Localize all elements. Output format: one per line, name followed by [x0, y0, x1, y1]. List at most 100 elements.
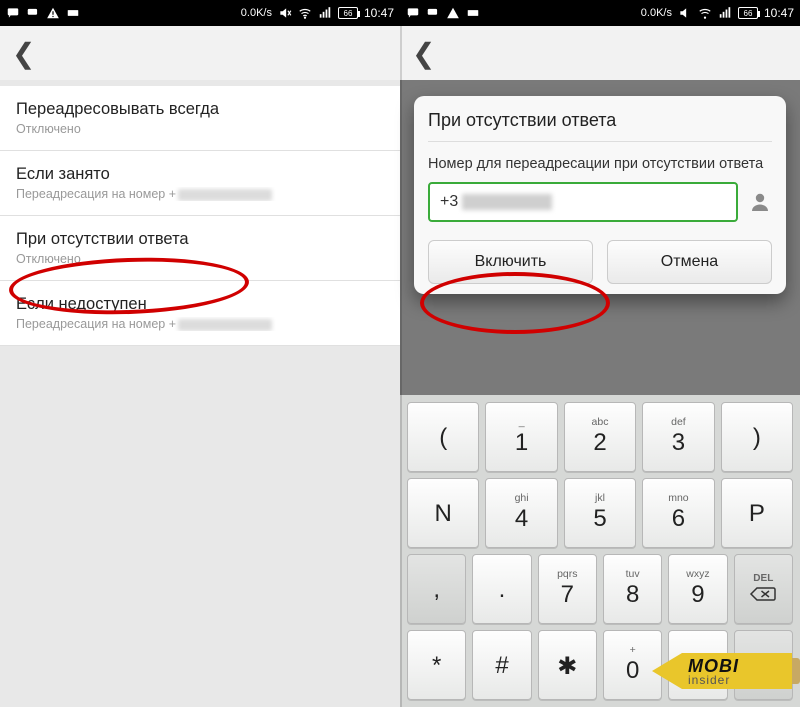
cancel-button[interactable]: Отмена — [607, 240, 772, 284]
key-6[interactable]: mno6 — [642, 478, 714, 548]
comment-icon — [6, 6, 20, 20]
clock: 10:47 — [764, 6, 794, 20]
key-main: 8 — [626, 581, 639, 609]
status-bar: 0.0K/s 66 10:47 — [0, 0, 400, 26]
dialog-field-label: Номер для переадресации при отсутствии о… — [428, 156, 772, 172]
key-2[interactable]: abc2 — [564, 402, 636, 472]
key-main: 0 — [626, 657, 639, 685]
screen-call-forwarding-list: 0.0K/s 66 10:47 ❮ Переадресовывать всегд… — [0, 0, 400, 707]
option-subtitle: Переадресация на номер + — [16, 187, 384, 201]
key-N[interactable]: N — [407, 478, 479, 548]
key-letters: abc — [592, 417, 609, 428]
keyboard-icon — [466, 6, 480, 20]
key-,[interactable]: , — [407, 554, 466, 624]
status-bar: 0.0K/s 66 10:47 — [400, 0, 800, 26]
phone-number-blurred — [462, 194, 552, 210]
option-subtitle: Отключено — [16, 252, 384, 266]
key-#[interactable]: # — [472, 630, 531, 700]
key-main: P — [749, 500, 765, 528]
key-main: 6 — [672, 505, 685, 533]
phone-prefix: +3 — [440, 193, 458, 211]
key-letters: tuv — [626, 569, 640, 580]
warning-icon — [446, 6, 460, 20]
dialog-title: При отсутствии ответа — [428, 110, 772, 142]
forwarding-list: Переадресовывать всегда Отключено Если зан… — [0, 86, 400, 346]
battery-level: 66 — [344, 9, 353, 18]
screen-forwarding-dialog: 0.0K/s 66 10:47 ❮ При отсутствии ответа — [400, 0, 800, 707]
key-*[interactable]: * — [407, 630, 466, 700]
key-letters: jkl — [595, 493, 605, 504]
signal-icon — [318, 6, 332, 20]
key-letters: ghi — [515, 493, 529, 504]
key-4[interactable]: ghi4 — [485, 478, 557, 548]
keyboard-icon — [66, 6, 80, 20]
key-main: 4 — [515, 505, 528, 533]
key-7[interactable]: pqrs7 — [538, 554, 597, 624]
forwarding-dialog: При отсутствии ответа Номер для переадре… — [414, 96, 786, 294]
blurred-number — [178, 319, 272, 331]
phone-number-input[interactable]: +3 — [428, 182, 738, 222]
forwarding-option[interactable]: Переадресовывать всегда Отключено — [0, 86, 400, 151]
key-main: . — [499, 576, 506, 604]
key-)[interactable]: ) — [721, 402, 793, 472]
key-main: ( — [439, 424, 447, 452]
key-([interactable]: ( — [407, 402, 479, 472]
watermark: MOBI insider — [652, 653, 792, 689]
key-main: 7 — [561, 581, 574, 609]
key-main: 3 — [672, 429, 685, 457]
key-P[interactable]: P — [721, 478, 793, 548]
enable-button-label: Включить — [475, 253, 547, 271]
key-.[interactable]: . — [472, 554, 531, 624]
mute-icon — [278, 6, 292, 20]
delete-key[interactable]: DEL — [734, 554, 793, 624]
forwarding-option[interactable]: Если занято Переадресация на номер + — [0, 151, 400, 216]
battery-level: 66 — [744, 9, 753, 18]
header-bar: ❮ — [400, 26, 800, 80]
back-button[interactable]: ❮ — [12, 37, 35, 70]
option-subtitle: Переадресация на номер + — [16, 317, 384, 331]
network-speed: 0.0K/s — [641, 7, 672, 19]
watermark-bot: insider — [688, 674, 792, 686]
signal-icon — [718, 6, 732, 20]
key-letters: mno — [668, 493, 688, 504]
key-letters: def — [671, 417, 686, 428]
key-9[interactable]: wxyz9 — [668, 554, 727, 624]
key-5[interactable]: jkl5 — [564, 478, 636, 548]
forwarding-option[interactable]: Если недоступен Переадресация на номер + — [0, 281, 400, 346]
battery-icon: 66 — [738, 7, 758, 19]
key-main: 5 — [593, 505, 606, 533]
forwarding-option[interactable]: При отсутствии ответа Отключено — [0, 216, 400, 281]
key-main: # — [495, 652, 508, 680]
warning-icon — [46, 6, 60, 20]
key-main: ✱ — [557, 652, 577, 681]
mute-icon — [678, 6, 692, 20]
key-letters: pqrs — [557, 569, 577, 580]
back-button[interactable]: ❮ — [412, 37, 435, 70]
clock: 10:47 — [364, 6, 394, 20]
key-main: ) — [753, 424, 761, 452]
key-letters: + — [630, 645, 636, 656]
option-subtitle: Отключено — [16, 122, 384, 136]
option-title: При отсутствии ответа — [16, 230, 384, 249]
option-title: Переадресовывать всегда — [16, 100, 384, 119]
key-main: * — [432, 652, 441, 680]
option-title: Если занято — [16, 165, 384, 184]
key-main: 2 — [593, 429, 606, 457]
key-main: 9 — [691, 581, 704, 609]
comment-icon — [406, 6, 420, 20]
contacts-picker-icon[interactable] — [748, 190, 772, 214]
battery-icon: 66 — [338, 7, 358, 19]
key-8[interactable]: tuv8 — [603, 554, 662, 624]
option-title: Если недоступен — [16, 295, 384, 314]
watermark-top: MOBI — [688, 657, 792, 675]
network-speed: 0.0K/s — [241, 7, 272, 19]
key-main: 1 — [515, 429, 528, 457]
enable-button[interactable]: Включить — [428, 240, 593, 284]
key-letters: wxyz — [686, 569, 709, 580]
screen-divider — [400, 0, 402, 707]
key-main: N — [435, 500, 452, 528]
key-✱[interactable]: ✱ — [538, 630, 597, 700]
key-1[interactable]: _1 — [485, 402, 557, 472]
header-bar: ❮ — [0, 26, 400, 80]
key-3[interactable]: def3 — [642, 402, 714, 472]
